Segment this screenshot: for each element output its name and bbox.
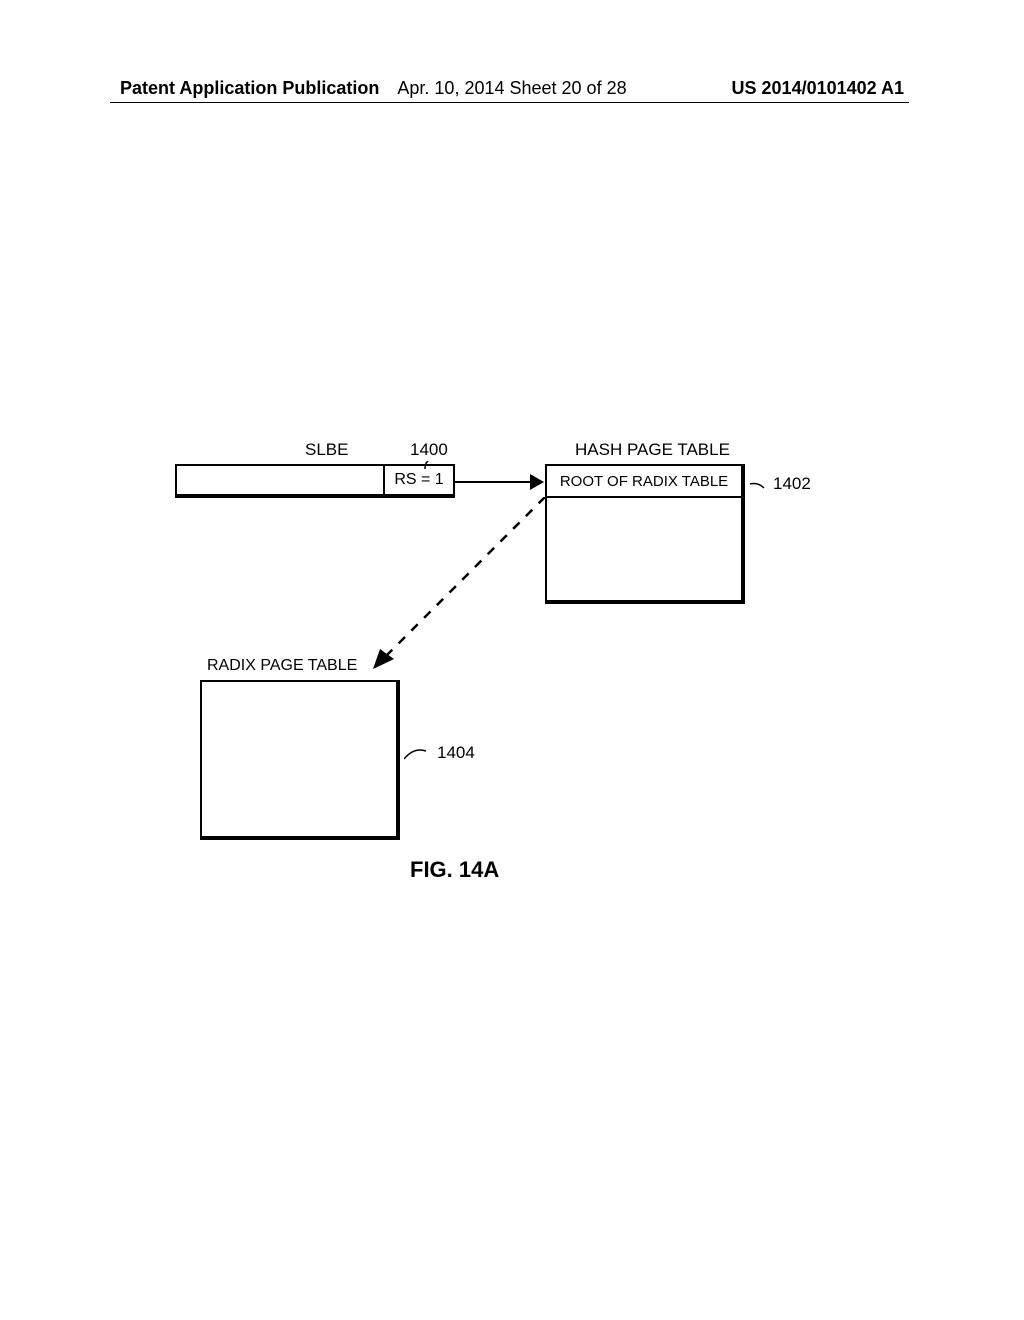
header-rule [110, 102, 909, 103]
slbe-box: RS = 1 [175, 464, 455, 498]
slbe-label: SLBE [305, 440, 348, 460]
radix-page-table-box [200, 680, 400, 840]
dashed-arrow-to-radix [370, 497, 570, 677]
header-publication: Patent Application Publication [120, 78, 379, 99]
ref-num-1400: 1400 [410, 440, 448, 460]
radix-page-table-label: RADIX PAGE TABLE [207, 657, 357, 675]
figure-label: FIG. 14A [410, 857, 499, 883]
ref-1402-leader [750, 480, 772, 494]
ref-num-1404: 1404 [437, 743, 475, 763]
rs-field: RS = 1 [385, 466, 453, 494]
header-date-sheet: Apr. 10, 2014 Sheet 20 of 28 [397, 78, 626, 99]
slbe-box-left [177, 466, 385, 494]
arrow-head-icon [530, 474, 544, 490]
ref-num-1402: 1402 [773, 474, 811, 494]
hash-page-table-box: ROOT OF RADIX TABLE [545, 464, 745, 604]
root-radix-row: ROOT OF RADIX TABLE [547, 466, 741, 498]
hash-page-table-label: HASH PAGE TABLE [575, 440, 730, 460]
header-pub-number: US 2014/0101402 A1 [732, 78, 904, 99]
ref-1404-leader [404, 745, 434, 765]
arrow-to-hash [455, 481, 535, 483]
